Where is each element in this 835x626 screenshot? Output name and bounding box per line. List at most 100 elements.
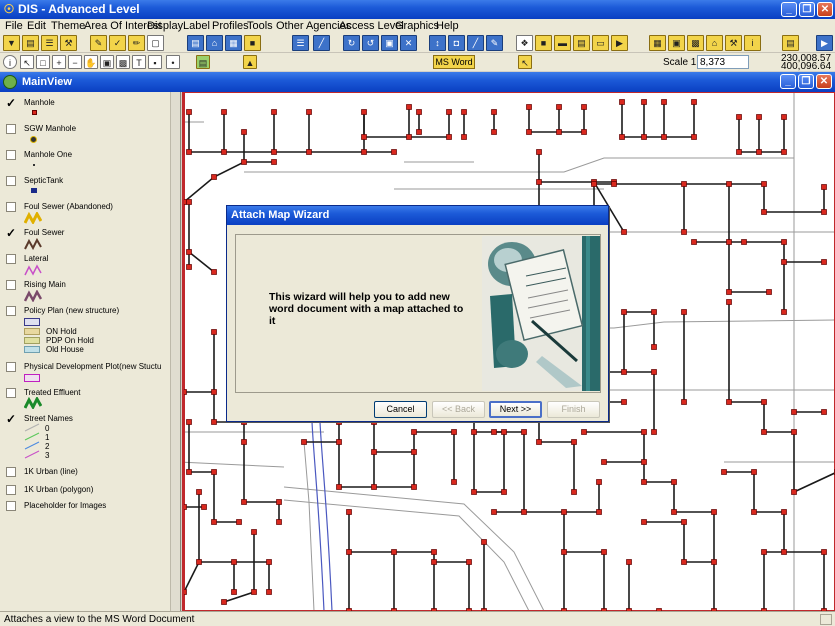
menu-tools[interactable]: Tools bbox=[247, 20, 273, 32]
manhole-marker[interactable] bbox=[391, 149, 397, 155]
manhole-marker[interactable] bbox=[601, 459, 607, 465]
manhole-marker[interactable] bbox=[536, 179, 542, 185]
menu-theme[interactable]: Theme bbox=[51, 20, 85, 32]
manhole-marker[interactable] bbox=[561, 549, 567, 555]
manhole-marker[interactable] bbox=[446, 109, 452, 115]
legend-checkbox[interactable] bbox=[6, 150, 16, 160]
tag-icon[interactable]: ❖ bbox=[516, 35, 533, 51]
tools-icon[interactable]: ⚒ bbox=[725, 35, 742, 51]
manhole-marker[interactable] bbox=[751, 469, 757, 475]
ms-word-button[interactable]: MS Word bbox=[433, 55, 475, 69]
manhole-marker[interactable] bbox=[611, 181, 617, 187]
manhole-marker[interactable] bbox=[581, 104, 587, 110]
delete-icon[interactable]: ✕ bbox=[400, 35, 417, 51]
manhole-marker[interactable] bbox=[761, 209, 767, 215]
manhole-marker[interactable] bbox=[276, 519, 282, 525]
node-icon[interactable]: ▪ bbox=[148, 55, 162, 69]
manhole-marker[interactable] bbox=[619, 99, 625, 105]
manhole-marker[interactable] bbox=[821, 259, 827, 265]
menu-help[interactable]: Help bbox=[436, 20, 459, 32]
manhole-marker[interactable] bbox=[211, 389, 217, 395]
manhole-marker[interactable] bbox=[621, 309, 627, 315]
manhole-marker[interactable] bbox=[761, 549, 767, 555]
manhole-marker[interactable] bbox=[241, 499, 247, 505]
manhole-marker[interactable] bbox=[691, 134, 697, 140]
manhole-marker[interactable] bbox=[601, 549, 607, 555]
manhole-marker[interactable] bbox=[641, 99, 647, 105]
folder-icon[interactable]: ■ bbox=[244, 35, 261, 51]
manhole-marker[interactable] bbox=[726, 181, 732, 187]
manhole-marker[interactable] bbox=[471, 489, 477, 495]
manhole-marker[interactable] bbox=[276, 499, 282, 505]
mainview-minimize-button[interactable]: _ bbox=[780, 74, 796, 89]
manhole-marker[interactable] bbox=[651, 369, 657, 375]
manhole-marker[interactable] bbox=[411, 449, 417, 455]
down-arrow-icon[interactable]: ▼ bbox=[3, 35, 20, 51]
manhole-marker[interactable] bbox=[621, 229, 627, 235]
redo-icon[interactable]: ↺ bbox=[362, 35, 379, 51]
manhole-marker[interactable] bbox=[186, 109, 192, 115]
pan-hand-icon[interactable]: ✋ bbox=[84, 55, 98, 69]
manhole-marker[interactable] bbox=[641, 459, 647, 465]
manhole-marker[interactable] bbox=[451, 429, 457, 435]
manhole-marker[interactable] bbox=[186, 264, 192, 270]
manhole-marker[interactable] bbox=[741, 239, 747, 245]
clipboard-icon[interactable]: ▤ bbox=[782, 35, 799, 51]
manhole-marker[interactable] bbox=[186, 469, 192, 475]
manhole-marker[interactable] bbox=[596, 479, 602, 485]
measure-icon[interactable]: ↕ bbox=[429, 35, 446, 51]
manhole-marker[interactable] bbox=[251, 529, 257, 535]
manhole-marker[interactable] bbox=[271, 159, 277, 165]
wrench-icon[interactable]: ⚒ bbox=[60, 35, 77, 51]
manhole-marker[interactable] bbox=[266, 589, 272, 595]
attach-icon[interactable]: ▤ bbox=[196, 55, 210, 69]
save-icon[interactable]: ▣ bbox=[668, 35, 685, 51]
manhole-marker[interactable] bbox=[186, 419, 192, 425]
house-icon[interactable]: ⌂ bbox=[206, 35, 223, 51]
manhole-marker[interactable] bbox=[501, 489, 507, 495]
attach-map-wizard-dialog[interactable]: Attach Map Wizard This wizard will help … bbox=[226, 205, 609, 422]
manhole-marker[interactable] bbox=[691, 99, 697, 105]
feature-icon[interactable]: ◘ bbox=[448, 35, 465, 51]
identify-icon[interactable]: ▲ bbox=[243, 55, 257, 69]
open-icon[interactable]: ▤ bbox=[22, 35, 39, 51]
manhole-marker[interactable] bbox=[416, 109, 422, 115]
manhole-marker[interactable] bbox=[526, 104, 532, 110]
manhole-marker[interactable] bbox=[196, 559, 202, 565]
manhole-marker[interactable] bbox=[361, 109, 367, 115]
manhole-marker[interactable] bbox=[681, 399, 687, 405]
grid-view-icon[interactable]: ▦ bbox=[649, 35, 666, 51]
manhole-marker[interactable] bbox=[681, 519, 687, 525]
app-title-bar[interactable]: ☉ DIS - Advanced Level _ ❐ ✕ bbox=[0, 0, 835, 19]
manhole-marker[interactable] bbox=[271, 109, 277, 115]
manhole-marker[interactable] bbox=[241, 439, 247, 445]
manhole-marker[interactable] bbox=[781, 149, 787, 155]
manhole-marker[interactable] bbox=[501, 429, 507, 435]
zoom-extent-icon[interactable]: ▣ bbox=[100, 55, 114, 69]
manhole-marker[interactable] bbox=[641, 519, 647, 525]
manhole-marker[interactable] bbox=[221, 109, 227, 115]
mainview-restore-button[interactable]: ❐ bbox=[798, 74, 814, 89]
manhole-marker[interactable] bbox=[711, 509, 717, 515]
manhole-marker[interactable] bbox=[681, 229, 687, 235]
legend-checkbox[interactable] bbox=[6, 254, 16, 264]
manhole-marker[interactable] bbox=[651, 309, 657, 315]
pointer-icon[interactable]: ↖ bbox=[20, 55, 34, 69]
manhole-marker[interactable] bbox=[791, 429, 797, 435]
manhole-marker[interactable] bbox=[561, 509, 567, 515]
legend-checkbox[interactable] bbox=[6, 501, 16, 511]
cancel-button[interactable]: Cancel bbox=[374, 401, 427, 418]
select-icon[interactable]: ▢ bbox=[147, 35, 164, 51]
menu-file[interactable]: File bbox=[5, 20, 23, 32]
select-area-icon[interactable]: ▩ bbox=[116, 55, 130, 69]
manhole-marker[interactable] bbox=[221, 149, 227, 155]
text-tool-icon[interactable]: T bbox=[132, 55, 146, 69]
manhole-marker[interactable] bbox=[756, 149, 762, 155]
mainview-title-bar[interactable]: MainView _ ❐ ✕ bbox=[0, 72, 835, 92]
menu-profiles[interactable]: Profiles bbox=[212, 20, 249, 32]
manhole-marker[interactable] bbox=[781, 549, 787, 555]
manhole-marker[interactable] bbox=[621, 369, 627, 375]
manhole-marker[interactable] bbox=[651, 429, 657, 435]
chart-icon[interactable]: ╱ bbox=[313, 35, 330, 51]
manhole-marker[interactable] bbox=[471, 429, 477, 435]
